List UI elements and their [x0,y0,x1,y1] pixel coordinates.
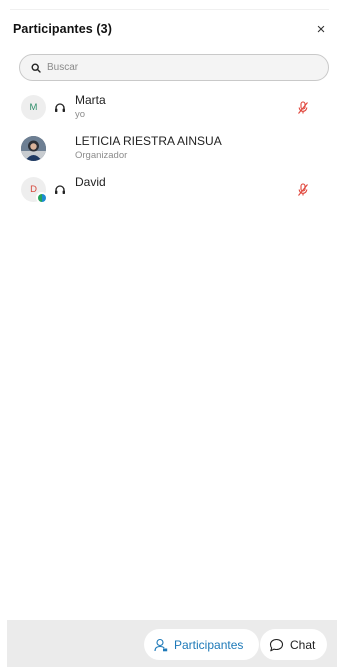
participant-name: Marta [75,93,106,107]
avatar-photo [21,136,46,161]
tab-chat[interactable]: Chat [260,629,327,660]
presence-status-icon [36,192,47,203]
avatar-initial: M [29,102,38,113]
headset-icon [55,103,65,112]
search-box[interactable] [19,54,329,81]
microphone-muted-icon[interactable] [297,101,309,115]
participant-row[interactable]: M Marta yo [0,92,339,126]
participant-name: LETICIA RIESTRA AINSUA [75,134,222,148]
close-icon: × [316,20,326,38]
top-divider [10,9,329,10]
search-icon [31,62,41,73]
participant-row[interactable]: LETICIA RIESTRA AINSUA Organizador [0,133,339,167]
tab-participants-label: Participantes [174,637,244,652]
avatar: M [21,95,46,120]
tab-chat-label: Chat [290,637,316,652]
headset-icon [55,185,65,194]
search-input[interactable] [47,62,307,73]
participant-name: David [75,175,106,189]
close-button[interactable]: × [311,19,331,39]
avatar [21,136,46,161]
panel-title: Participantes (3) [13,22,112,36]
participant-role: Organizador [75,150,128,161]
participants-icon [154,638,168,651]
participant-subtitle: yo [75,109,86,120]
bottom-tab-bar: Participantes Chat [7,620,337,667]
participants-panel: Participantes (3) × M Marta yo [0,0,339,667]
participant-row[interactable]: D David [0,174,339,208]
avatar-initial: D [30,184,37,195]
panel-header: Participantes (3) × [13,18,331,40]
tab-participants[interactable]: Participantes [144,629,259,660]
chat-icon [269,638,284,651]
microphone-muted-icon[interactable] [297,183,309,197]
